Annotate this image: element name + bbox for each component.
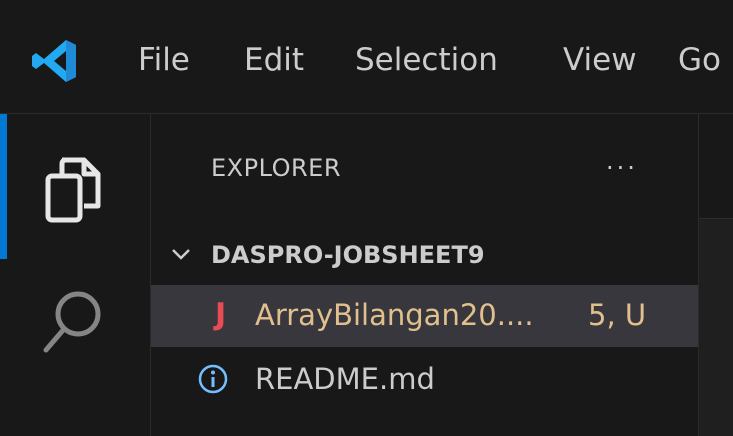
files-icon[interactable] bbox=[34, 146, 112, 230]
title-bar: File Edit Selection View Go bbox=[0, 0, 733, 114]
info-icon bbox=[198, 364, 228, 394]
menu-edit[interactable]: Edit bbox=[244, 40, 304, 80]
file-name: README.md bbox=[255, 362, 435, 396]
editor-area[interactable] bbox=[699, 218, 733, 436]
chevron-down-icon bbox=[172, 249, 190, 260]
folder-section-header[interactable]: DASPRO-JOBSHEET9 bbox=[151, 230, 698, 282]
more-actions-button[interactable]: ··· bbox=[606, 156, 638, 180]
vscode-window: File Edit Selection View Go EXPLORER ···… bbox=[0, 0, 733, 436]
java-icon: J bbox=[215, 297, 227, 332]
vscode-logo-icon[interactable] bbox=[30, 36, 80, 86]
explorer-sidebar: EXPLORER ··· DASPRO-JOBSHEET9 J ArrayBil… bbox=[151, 114, 699, 436]
menu-go[interactable]: Go bbox=[678, 40, 721, 80]
active-indicator bbox=[0, 114, 7, 259]
folder-name: DASPRO-JOBSHEET9 bbox=[211, 241, 485, 269]
editor-tab-strip bbox=[699, 114, 733, 218]
file-item-arraybilangan[interactable]: J ArrayBilangan20.... 5, U bbox=[151, 285, 698, 347]
menu-view[interactable]: View bbox=[563, 40, 637, 80]
explorer-title: EXPLORER bbox=[211, 154, 341, 182]
menu-file[interactable]: File bbox=[138, 40, 190, 80]
file-status-badge: 5, U bbox=[588, 298, 647, 332]
search-icon[interactable] bbox=[34, 282, 112, 366]
menu-selection[interactable]: Selection bbox=[355, 40, 498, 80]
file-name: ArrayBilangan20.... bbox=[255, 298, 534, 332]
file-item-readme[interactable]: README.md bbox=[151, 349, 698, 411]
activity-bar bbox=[0, 114, 151, 436]
